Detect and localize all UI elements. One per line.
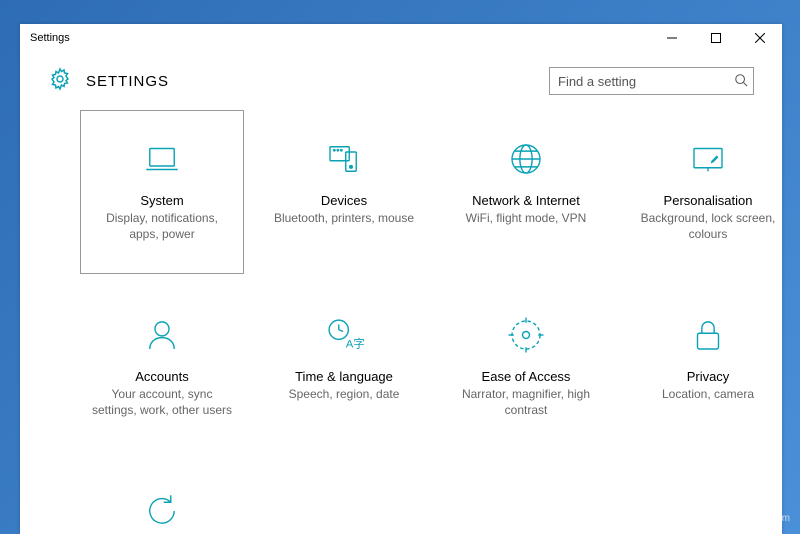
- close-icon: [755, 33, 765, 43]
- tile-devices[interactable]: Devices Bluetooth, printers, mouse: [262, 110, 426, 274]
- globe-icon: [505, 133, 547, 185]
- tile-desc: WiFi, flight mode, VPN: [466, 210, 587, 226]
- maximize-icon: [711, 33, 721, 43]
- tile-title: Devices: [321, 193, 367, 208]
- tile-title: Ease of Access: [482, 369, 571, 384]
- settings-grid: System Display, notifications, apps, powe…: [80, 110, 762, 534]
- close-button[interactable]: [738, 24, 782, 52]
- window-title: Settings: [30, 32, 70, 44]
- tile-desc: Location, camera: [662, 386, 754, 402]
- tile-title: Time & language: [295, 369, 393, 384]
- tile-personalisation[interactable]: Personalisation Background, lock screen, …: [626, 110, 782, 274]
- ease-of-access-icon: [505, 309, 547, 361]
- page-title: SETTINGS: [86, 73, 169, 90]
- window-controls: [650, 24, 782, 52]
- tile-accounts[interactable]: Accounts Your account, sync settings, wor…: [80, 286, 244, 450]
- accounts-icon: [141, 309, 183, 361]
- tile-title: Privacy: [687, 369, 730, 384]
- tile-privacy[interactable]: Privacy Location, camera: [626, 286, 782, 450]
- tile-desc: Bluetooth, printers, mouse: [274, 210, 414, 226]
- search-input[interactable]: [558, 74, 734, 89]
- tile-title: Network & Internet: [472, 193, 580, 208]
- update-icon: [141, 485, 183, 534]
- tile-desc: Your account, sync settings, work, other…: [91, 386, 233, 418]
- tile-title: System: [140, 193, 183, 208]
- privacy-icon: [687, 309, 729, 361]
- tile-ease-of-access[interactable]: Ease of Access Narrator, magnifier, high …: [444, 286, 608, 450]
- devices-icon: [323, 133, 365, 185]
- tile-system[interactable]: System Display, notifications, apps, powe…: [80, 110, 244, 274]
- header: SETTINGS: [20, 52, 782, 110]
- tile-desc: Background, lock screen, colours: [637, 210, 779, 242]
- tile-desc: Speech, region, date: [289, 386, 400, 402]
- settings-window: Settings SETTINGS System Display, notific…: [20, 24, 782, 534]
- laptop-icon: [141, 133, 183, 185]
- maximize-button[interactable]: [694, 24, 738, 52]
- tile-title: Accounts: [135, 369, 188, 384]
- tile-network-internet[interactable]: Network & Internet WiFi, flight mode, VPN: [444, 110, 608, 274]
- svg-text:A字: A字: [346, 336, 365, 350]
- search-icon: [734, 73, 748, 90]
- watermark: wsxdn.com: [740, 513, 790, 524]
- tile-desc: Display, notifications, apps, power: [91, 210, 233, 242]
- minimize-icon: [667, 33, 677, 43]
- tile-title: Personalisation: [664, 193, 753, 208]
- content-area: System Display, notifications, apps, powe…: [20, 110, 782, 534]
- personalisation-icon: [687, 133, 729, 185]
- search-box[interactable]: [549, 67, 754, 95]
- tile-desc: Narrator, magnifier, high contrast: [455, 386, 597, 418]
- time-language-icon: A字: [323, 309, 365, 361]
- tile-time-language[interactable]: A字 Time & language Speech, region, date: [262, 286, 426, 450]
- tile-update-security[interactable]: Update & security: [80, 462, 244, 534]
- titlebar: Settings: [20, 24, 782, 52]
- gear-icon: [48, 67, 72, 96]
- minimize-button[interactable]: [650, 24, 694, 52]
